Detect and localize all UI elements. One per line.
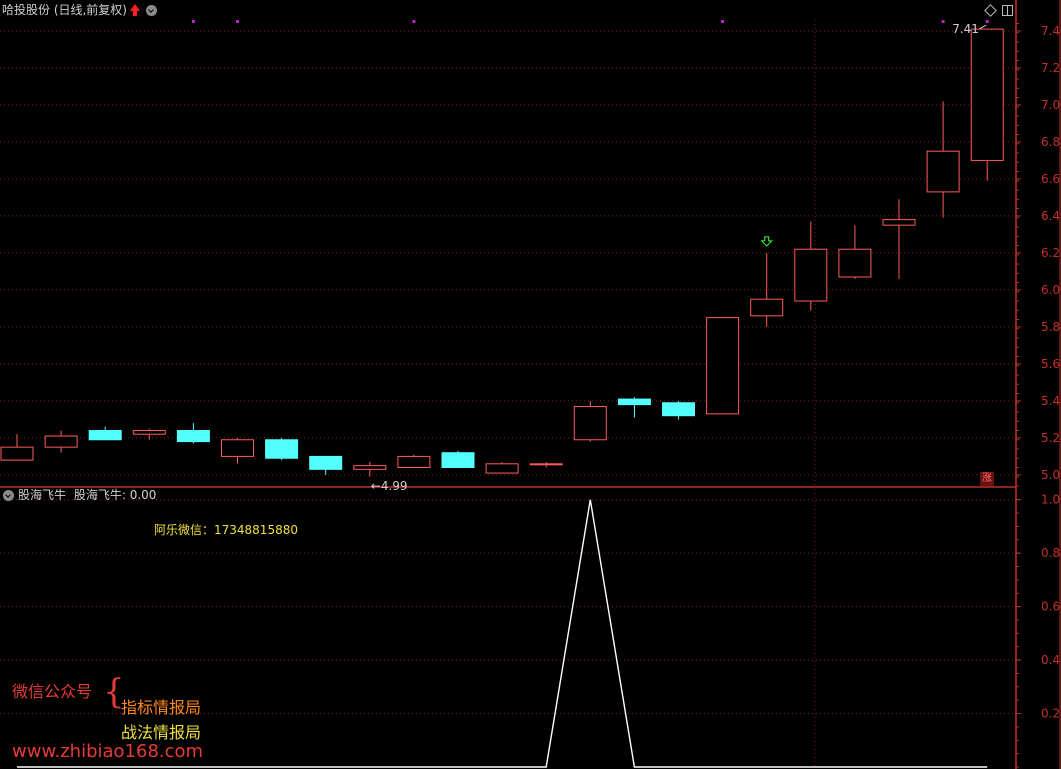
y-tick-label: 5.40 — [1041, 394, 1061, 408]
candle-body — [750, 298, 784, 317]
y-tick-label: 7.00 — [1041, 98, 1061, 112]
watermark-line-2: 战法情报局 — [121, 723, 202, 742]
y-tick-label: 6.80 — [1041, 135, 1061, 149]
candle-body — [132, 430, 166, 435]
candle — [970, 28, 1004, 181]
y-tick-label: 1.00 — [1041, 493, 1061, 507]
top-marker — [191, 20, 195, 23]
down-arrow-icon — [760, 236, 773, 247]
candle — [706, 317, 740, 415]
y-tick-label: 7.40 — [1041, 24, 1061, 38]
watermark-url: www.zhibiao168.com — [12, 741, 204, 762]
candle-body — [353, 465, 387, 470]
candle-body — [309, 455, 343, 470]
diamond-icon[interactable] — [984, 4, 997, 17]
candle — [221, 437, 254, 464]
candle — [882, 199, 916, 279]
top-marker — [412, 20, 416, 23]
chart-canvas: 5.00 5.20 5.40 5.60 5.80 6.00 6.20 6.40 6.60 6.80… — [0, 0, 1061, 769]
price-annotations: ←4.99 7.41 — [371, 22, 987, 493]
annotation-arrow — [978, 24, 987, 30]
price-annotation: ←4.99 — [371, 479, 408, 493]
top-marker — [721, 20, 725, 23]
candle — [926, 101, 960, 218]
candle-body — [397, 455, 431, 469]
y-tick-label: 0.60 — [1041, 600, 1061, 614]
top-marker — [941, 20, 945, 23]
contact-text: 阿乐微信：17348815880 — [154, 523, 298, 537]
zhang-badge: 涨 — [980, 472, 994, 486]
candle — [88, 426, 122, 441]
top-marker — [985, 20, 989, 23]
candlestick-series — [0, 28, 1004, 477]
candle-body — [44, 435, 78, 448]
y-tick-label: 7.20 — [1041, 61, 1061, 75]
y-tick-label: 6.40 — [1041, 209, 1061, 223]
candle-body — [485, 463, 519, 474]
candle-body — [838, 248, 872, 278]
candle — [529, 461, 563, 468]
candle-body — [441, 452, 475, 469]
y-tick-label: 5.00 — [1041, 468, 1061, 482]
candle-body — [88, 430, 122, 441]
subchart-value: 股海飞牛: 0.00 — [73, 488, 157, 502]
candle-body — [882, 219, 916, 226]
panel-toggle-icon[interactable] — [1002, 5, 1013, 16]
candle — [441, 450, 475, 469]
chevron-down-icon[interactable] — [146, 5, 157, 16]
watermark-line-1: 指标情报局 — [121, 698, 202, 717]
candle — [176, 423, 210, 444]
candle-body — [529, 463, 563, 466]
candle — [838, 225, 872, 279]
candle — [750, 252, 784, 327]
y-tick-label: 0.20 — [1041, 707, 1061, 721]
wechat-label: 微信公众号 — [12, 682, 93, 701]
candle — [617, 397, 651, 418]
y-tick-label: 5.60 — [1041, 357, 1061, 371]
y-tick-label: 5.20 — [1041, 431, 1061, 445]
candle — [794, 221, 828, 311]
candle — [573, 400, 607, 442]
candle-body — [970, 28, 1004, 161]
candle-body — [573, 405, 607, 441]
subchart-name: 股海飞牛 — [18, 488, 67, 502]
y-tick-label: 0.40 — [1041, 653, 1061, 667]
candle-body — [926, 150, 960, 193]
candle-body — [176, 430, 210, 443]
candle-body — [617, 398, 651, 406]
chart-title: 哈投股份 (日线,前复权) — [2, 3, 127, 17]
chevron-down-icon[interactable] — [3, 490, 14, 501]
candle-body — [265, 439, 299, 459]
candle — [485, 461, 519, 474]
candle-body — [221, 439, 254, 457]
sub-value-axis: 0.20 0.40 0.60 0.80 1.00 — [1016, 493, 1061, 768]
candle — [44, 430, 78, 453]
candle — [309, 455, 343, 475]
y-tick-label: 5.80 — [1041, 320, 1061, 334]
candle — [662, 400, 695, 420]
y-tick-label: 6.60 — [1041, 172, 1061, 186]
candle-body — [706, 317, 740, 415]
y-tick-label: 6.20 — [1041, 246, 1061, 260]
top-markers — [191, 20, 989, 23]
candle-body — [662, 402, 695, 417]
candle-body — [794, 248, 828, 302]
top-marker — [236, 20, 239, 23]
up-arrow-icon — [130, 4, 140, 16]
chart-header: 哈投股份 (日线,前复权) — [0, 0, 1016, 20]
y-tick-label: 6.00 — [1041, 283, 1061, 297]
y-tick-label: 0.80 — [1041, 546, 1061, 560]
candle-body — [0, 446, 34, 461]
price-annotation: 7.41 — [952, 22, 979, 36]
candle — [397, 454, 431, 469]
candle — [265, 437, 299, 461]
